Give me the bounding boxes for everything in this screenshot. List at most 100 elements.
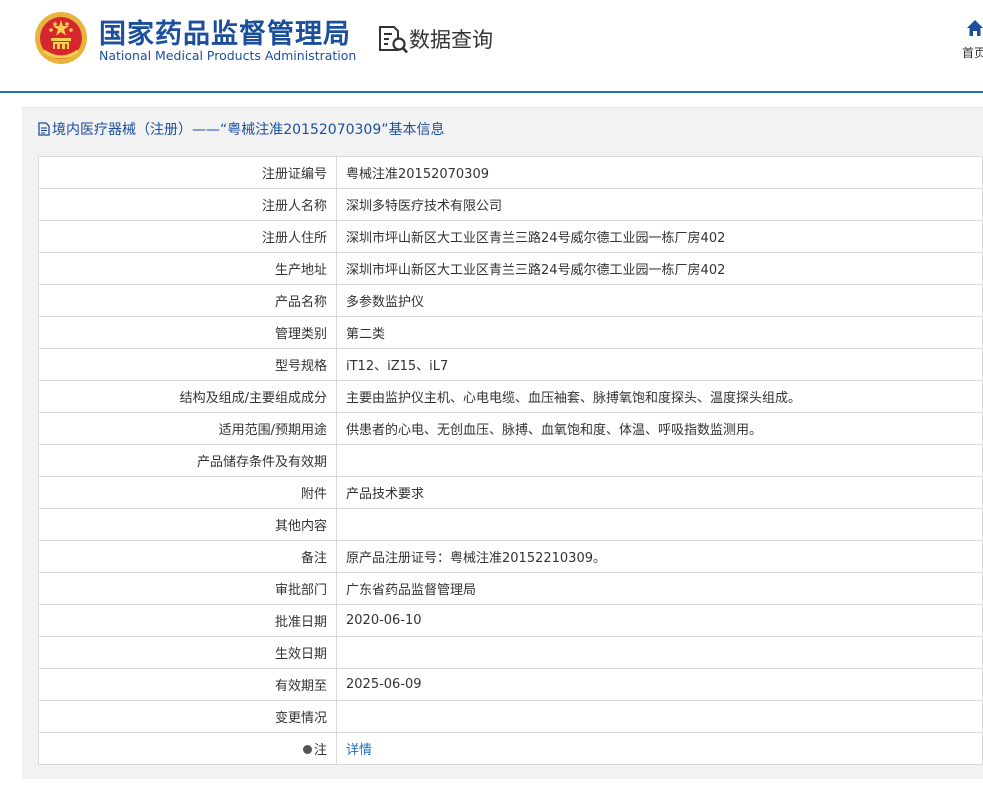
table-row: 注册证编号 粤械注准20152070309 — [38, 156, 983, 189]
field-label: 注 — [38, 732, 337, 765]
field-label-text: 注 — [313, 743, 327, 758]
detail-link[interactable]: 详情 — [346, 743, 372, 758]
field-label: 审批部门 — [38, 572, 337, 605]
document-icon — [38, 122, 50, 136]
field-value: 详情 — [336, 732, 983, 765]
table-row: 型号规格 iT12、iZ15、iL7 — [38, 348, 983, 381]
field-value: 产品技术要求 — [336, 476, 983, 509]
field-label-text: 注册证编号 — [261, 167, 327, 182]
field-label-text: 变更情况 — [274, 711, 327, 726]
field-label-text: 附件 — [300, 487, 327, 502]
field-value-text: 2025-06-09 — [346, 677, 422, 692]
field-value — [336, 700, 983, 733]
bulb-icon — [302, 745, 312, 754]
field-label: 有效期至 — [38, 668, 337, 701]
field-label-text: 结构及组成/主要组成成分 — [179, 391, 327, 406]
home-link[interactable]: 首页 — [962, 44, 983, 61]
field-label: 结构及组成/主要组成成分 — [38, 380, 337, 413]
field-value-text: 原产品注册证号：粤械注准20152210309。 — [346, 551, 606, 566]
field-label: 型号规格 — [38, 348, 337, 381]
field-label: 注册人住所 — [38, 220, 337, 253]
brand-name-cn: 国家药品监督管理局 — [99, 19, 351, 50]
table-row: 其他内容 — [38, 508, 983, 541]
table-row: 批准日期 2020-06-10 — [38, 604, 983, 637]
site-header: 国家药品监督管理局 National Medical Products Admi… — [0, 0, 983, 92]
table-row: 生效日期 — [38, 636, 983, 669]
field-value-text: 多参数监护仪 — [346, 295, 425, 310]
table-row: 有效期至 2025-06-09 — [38, 668, 983, 701]
field-label: 备注 — [38, 540, 337, 573]
data-query-title: 数据查询 — [409, 28, 493, 52]
table-row: 管理类别 第二类 — [38, 316, 983, 349]
panel-title: 境内医疗器械（注册）——“粤械注准20152070309”基本信息 — [38, 119, 444, 139]
field-label-text: 其他内容 — [274, 519, 327, 534]
field-label: 适用范围/预期用途 — [38, 412, 337, 445]
field-value-text: 深圳多特医疗技术有限公司 — [346, 199, 503, 214]
field-value: 主要由监护仪主机、心电电缆、血压袖套、脉搏氧饱和度探头、温度探头组成。 — [336, 380, 983, 413]
panel-title-text: 境内医疗器械（注册）——“粤械注准20152070309”基本信息 — [52, 122, 445, 138]
field-label-text: 管理类别 — [274, 327, 327, 342]
brand-name-en: National Medical Products Administration — [99, 48, 357, 63]
field-value: iT12、iZ15、iL7 — [336, 348, 983, 381]
home-icon[interactable] — [966, 19, 983, 37]
field-label: 注册证编号 — [38, 156, 337, 189]
field-label-text: 注册人名称 — [261, 199, 327, 214]
field-value: 2025-06-09 — [336, 668, 983, 701]
table-row: 产品储存条件及有效期 — [38, 444, 983, 477]
table-row: 注 详情 — [38, 732, 983, 765]
field-label: 注册人名称 — [38, 188, 337, 221]
field-label-text: 适用范围/预期用途 — [218, 423, 327, 438]
field-value — [336, 508, 983, 541]
field-label: 生效日期 — [38, 636, 337, 669]
field-value: 多参数监护仪 — [336, 284, 983, 317]
field-value-text: 2020-06-10 — [346, 613, 422, 628]
field-label: 附件 — [38, 476, 337, 509]
field-value: 原产品注册证号：粤械注准20152210309。 — [336, 540, 983, 573]
table-row: 结构及组成/主要组成成分 主要由监护仪主机、心电电缆、血压袖套、脉搏氧饱和度探头、… — [38, 380, 983, 413]
field-value-text: 深圳市坪山新区大工业区青兰三路24号威尔德工业园一栋厂房402 — [346, 263, 726, 278]
field-value — [336, 444, 983, 477]
field-value: 深圳市坪山新区大工业区青兰三路24号威尔德工业园一栋厂房402 — [336, 220, 983, 253]
field-value-text: 供患者的心电、无创血压、脉搏、血氧饱和度、体温、呼吸指数监测用。 — [346, 423, 763, 438]
field-label-text: 批准日期 — [274, 615, 327, 630]
field-value-text: 产品技术要求 — [346, 487, 425, 502]
table-row: 注册人名称 深圳多特医疗技术有限公司 — [38, 188, 983, 221]
field-value-text: 深圳市坪山新区大工业区青兰三路24号威尔德工业园一栋厂房402 — [346, 231, 726, 246]
table-row: 适用范围/预期用途 供患者的心电、无创血压、脉搏、血氧饱和度、体温、呼吸指数监测用… — [38, 412, 983, 445]
table-row: 产品名称 多参数监护仪 — [38, 284, 983, 317]
table-row: 备注 原产品注册证号：粤械注准20152210309。 — [38, 540, 983, 573]
device-info-table: 注册证编号 粤械注准20152070309 注册人名称 深圳多特医疗技术有限公司 注册人… — [38, 156, 983, 765]
field-label-text: 产品名称 — [274, 295, 327, 310]
header-divider — [0, 91, 983, 93]
field-value: 粤械注准20152070309 — [336, 156, 983, 189]
field-label-text: 型号规格 — [274, 359, 327, 374]
field-label-text: 产品储存条件及有效期 — [196, 455, 327, 470]
field-label-text: 注册人住所 — [261, 231, 327, 246]
field-label: 产品名称 — [38, 284, 337, 317]
field-value: 2020-06-10 — [336, 604, 983, 637]
field-label-text: 备注 — [300, 551, 327, 566]
table-row: 生产地址 深圳市坪山新区大工业区青兰三路24号威尔德工业园一栋厂房402 — [38, 252, 983, 285]
field-label-text: 生产地址 — [274, 263, 327, 278]
national-emblem-icon — [35, 12, 87, 64]
field-value: 深圳市坪山新区大工业区青兰三路24号威尔德工业园一栋厂房402 — [336, 252, 983, 285]
field-label: 管理类别 — [38, 316, 337, 349]
device-info-panel: 境内医疗器械（注册）——“粤械注准20152070309”基本信息 注册证编号 粤… — [22, 107, 983, 779]
field-value: 深圳多特医疗技术有限公司 — [336, 188, 983, 221]
field-label: 产品储存条件及有效期 — [38, 444, 337, 477]
field-value-text: 第二类 — [346, 327, 386, 342]
field-value-text: 粤械注准20152070309 — [346, 167, 489, 182]
field-value: 广东省药品监督管理局 — [336, 572, 983, 605]
table-row: 附件 产品技术要求 — [38, 476, 983, 509]
document-search-icon — [379, 26, 408, 54]
field-label: 其他内容 — [38, 508, 337, 541]
table-row: 注册人住所 深圳市坪山新区大工业区青兰三路24号威尔德工业园一栋厂房402 — [38, 220, 983, 253]
table-row: 审批部门 广东省药品监督管理局 — [38, 572, 983, 605]
field-label: 生产地址 — [38, 252, 337, 285]
field-value-text: iT12、iZ15、iL7 — [346, 359, 449, 374]
field-label: 批准日期 — [38, 604, 337, 637]
field-label-text: 生效日期 — [274, 647, 327, 662]
field-label-text: 审批部门 — [274, 583, 327, 598]
field-label: 变更情况 — [38, 700, 337, 733]
field-label-text: 有效期至 — [274, 679, 327, 694]
